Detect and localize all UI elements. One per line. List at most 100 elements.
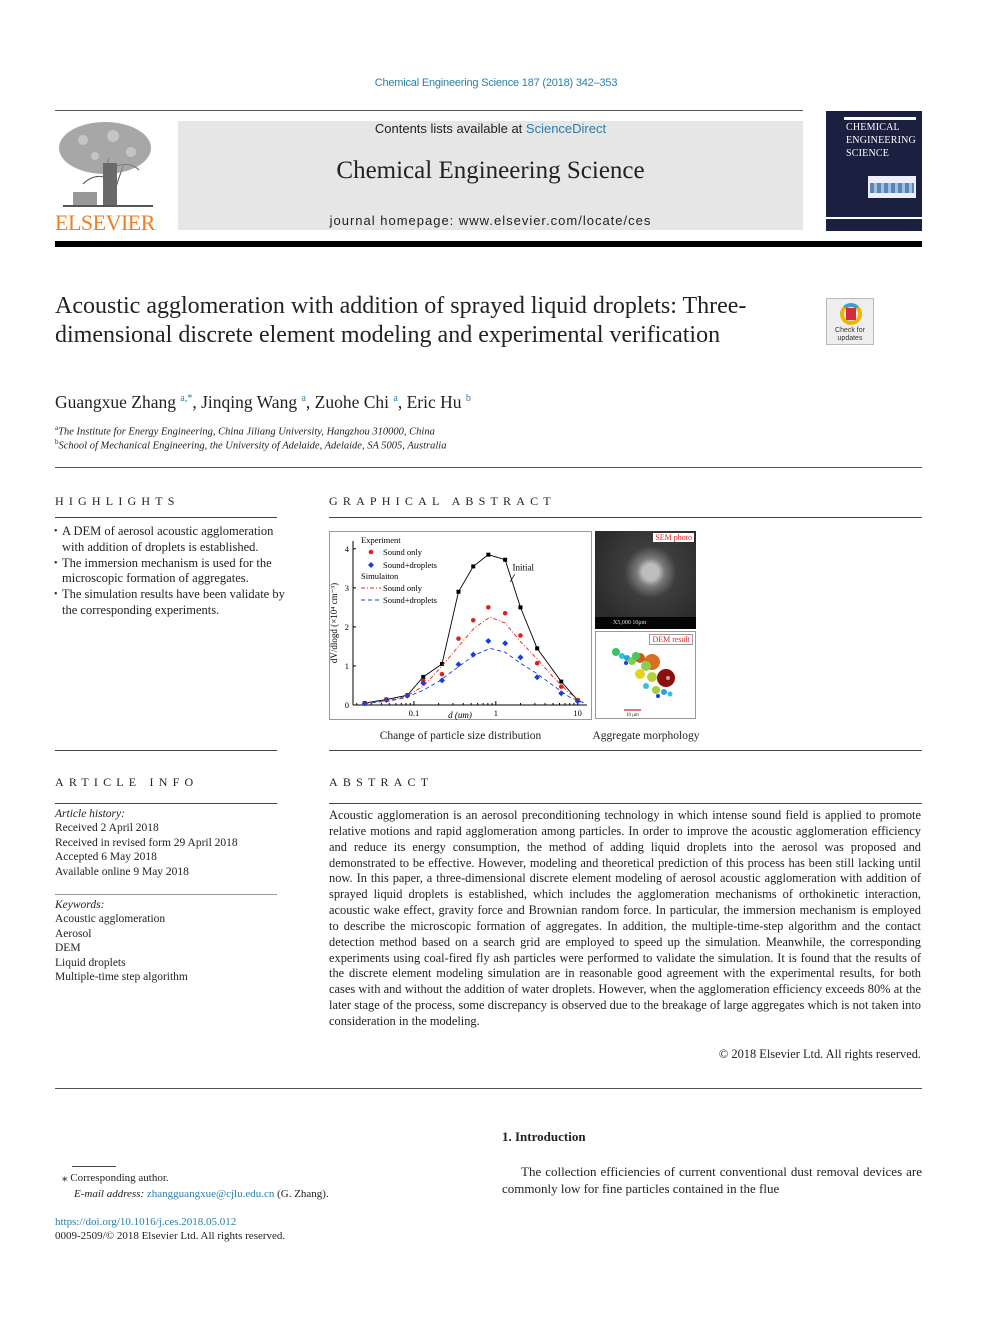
chart-svg: 012340.1 1 10 dV/dlogd (×10⁴ cm⁻³) d (um) …	[329, 531, 592, 720]
journal-homepage-link[interactable]: journal homepage: www.elsevier.com/locat…	[178, 213, 803, 228]
elsevier-wordmark: ELSEVIER	[55, 210, 155, 235]
annotation-initial: Initial	[513, 562, 535, 572]
x-tick-label: 1	[494, 708, 498, 718]
author-affiliation-mark[interactable]: a,*	[180, 393, 192, 404]
history-entry: Received 2 April 2018	[55, 822, 159, 835]
journal-cover-image[interactable]: CHEMICAL ENGINEERING SCIENCE	[826, 111, 922, 231]
keywords-label: Keywords:	[55, 899, 105, 911]
contents-line: Contents lists available at ScienceDirec…	[178, 121, 803, 136]
header-divider	[55, 241, 922, 247]
keyword: Aerosol	[55, 927, 92, 940]
divider	[55, 1088, 922, 1089]
particle-size-distribution-chart[interactable]: 0 1 2 3 4 0.1 1 10 dV/dlogd (×10⁴ cm⁻³) d (um) …	[329, 531, 592, 720]
aggregate-render: 10 μm	[612, 648, 675, 718]
legend-marker-circle	[368, 549, 374, 555]
cover-title-line: CHEMICAL	[846, 122, 900, 133]
data-point-square	[518, 605, 523, 610]
article-history-label: Article history:	[55, 808, 125, 820]
data-point-square	[559, 679, 564, 684]
cover-title: CHEMICAL ENGINEERING SCIENCE	[846, 121, 916, 160]
data-point-circle	[534, 660, 540, 666]
divider	[55, 803, 277, 804]
data-point-square	[535, 646, 540, 651]
contents-prefix: Contents lists available at	[374, 121, 526, 136]
author-affiliation-mark[interactable]: b	[466, 393, 471, 404]
data-point-square	[421, 674, 426, 679]
x-axis-label: d (um)	[448, 710, 472, 720]
journal-reference-link[interactable]: Chemical Engineering Science 187 (2018) …	[0, 77, 992, 89]
data-point-circle	[518, 633, 523, 638]
image-caption: Aggregate morphology	[592, 730, 700, 742]
highlight-item: The immersion mechanism is used for the …	[54, 556, 285, 588]
chart-caption: Change of particle size distribution	[379, 730, 542, 742]
y-tick-label: 3	[345, 583, 349, 593]
journal-masthead: Contents lists available at ScienceDirec…	[178, 121, 803, 230]
data-point-square	[471, 564, 476, 569]
issn-copyright: 0009-2509/© 2018 Elsevier Ltd. All right…	[55, 1230, 286, 1242]
history-entry: Received in revised form 29 April 2018	[55, 836, 238, 849]
footnote-marker: ⁎	[62, 1172, 68, 1184]
email-label: E-mail address:	[74, 1188, 145, 1200]
cover-title-line: SCIENCE	[846, 148, 890, 159]
highlight-item: A DEM of aerosol acoustic agglomeration …	[54, 524, 285, 556]
keyword: Multiple-time step algorithm	[55, 971, 188, 984]
y-tick-label: 1	[345, 661, 349, 671]
separator: ,	[397, 392, 407, 412]
divider	[55, 110, 803, 111]
email-link[interactable]: zhangguangxue@cjlu.edu.cn	[147, 1188, 274, 1200]
dem-scale-text: 10 μm	[626, 713, 639, 718]
highlights-heading: HIGHLIGHTS	[55, 494, 180, 508]
crossmark-label: Check for updates	[835, 327, 865, 342]
footnote-divider	[72, 1166, 116, 1167]
data-point-circle	[486, 605, 491, 610]
y-axis-label: dV/dlogd (×10⁴ cm⁻³)	[329, 583, 339, 663]
keyword: Liquid droplets	[55, 956, 126, 969]
affiliation-text: The Institute for Energy Engineering, Ch…	[58, 426, 435, 438]
y-tick-label: 0	[345, 700, 349, 710]
introduction-heading: 1. Introduction	[502, 1129, 586, 1144]
y-tick-label: 2	[345, 622, 349, 632]
author-name[interactable]: Eric Hu	[407, 392, 462, 412]
corresponding-author-label: Corresponding author.	[70, 1172, 169, 1184]
sem-photo-image[interactable]: SEM photo X5,000 10μm	[595, 531, 696, 629]
divider	[329, 803, 922, 804]
author-name[interactable]: Zuohe Chi	[315, 392, 389, 412]
sem-scale-bar: X5,000 10μm	[595, 617, 696, 629]
highlight-item: The simulation results have been validat…	[54, 587, 285, 619]
divider	[55, 467, 922, 468]
history-entry: Accepted 6 May 2018	[55, 851, 157, 864]
abstract-heading: ABSTRACT	[329, 775, 434, 789]
highlights-list: A DEM of aerosol acoustic agglomeration …	[54, 524, 285, 619]
separator: ,	[305, 392, 315, 412]
corresponding-author-footnote: ⁎ Corresponding author. E-mail address: …	[62, 1170, 329, 1202]
x-tick-label: 0.1	[409, 708, 420, 718]
author-list: Guangxue Zhang a,*, Jinqing Wang a, Zuoh…	[55, 392, 471, 413]
dem-result-image[interactable]: DEM result 10 μm	[595, 631, 696, 719]
crossmark-bookmark-icon	[846, 308, 856, 320]
cover-bar	[844, 117, 916, 120]
elsevier-logo[interactable]: ELSEVIER	[53, 118, 157, 234]
legend-group-simulation: Simulaiton	[361, 571, 399, 581]
check-for-updates-button[interactable]: Check for updates	[826, 298, 874, 345]
keywords: Keywords: Acoustic agglomeration Aerosol…	[55, 898, 188, 984]
author-name[interactable]: Guangxue Zhang	[55, 392, 176, 412]
affiliation: aThe Institute for Energy Engineering, C…	[55, 424, 435, 438]
article-history: Article history: Received 2 April 2018 R…	[55, 807, 238, 879]
author-name[interactable]: Jinqing Wang	[201, 392, 297, 412]
data-point-circle	[502, 610, 508, 616]
legend-entry: Sound only	[383, 583, 423, 593]
chart-frame	[329, 531, 592, 720]
keyword: Acoustic agglomeration	[55, 913, 166, 926]
article-info-heading: ARTICLE INFO	[55, 775, 199, 789]
graphical-abstract-heading: GRAPHICAL ABSTRACT	[329, 494, 556, 508]
divider	[329, 750, 922, 751]
abstract-body: Acoustic agglomeration is an aerosol pre…	[329, 808, 921, 1028]
email-suffix: (G. Zhang).	[274, 1188, 329, 1200]
affiliation-text: School of Mechanical Engineering, the Un…	[58, 440, 447, 452]
data-point-circle	[470, 617, 476, 623]
x-tick-label: 10	[573, 708, 582, 718]
journal-name: Chemical Engineering Science	[336, 157, 645, 184]
sciencedirect-link[interactable]: ScienceDirect	[526, 121, 606, 136]
data-point-square	[486, 552, 491, 557]
doi-link[interactable]: https://doi.org/10.1016/j.ces.2018.05.01…	[55, 1216, 236, 1228]
